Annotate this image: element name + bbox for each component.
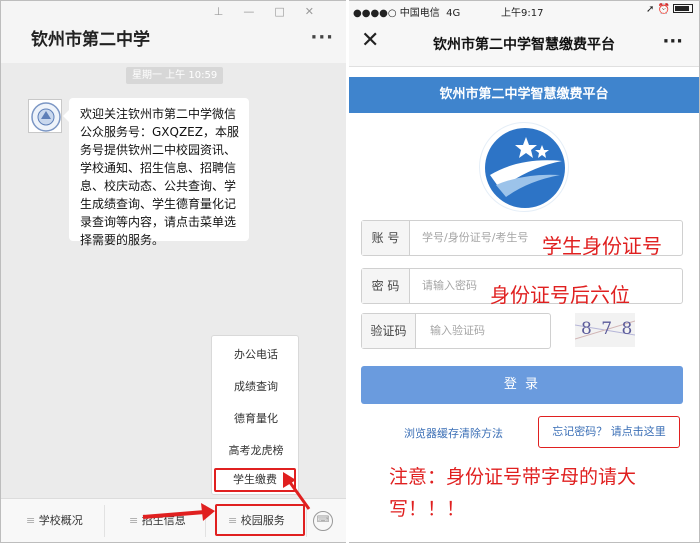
carrier-signal: ●●●●○ 中国电信 4G (353, 4, 460, 19)
menu-item-moral-score[interactable]: 德育量化 (212, 410, 300, 426)
menu-item-score-query[interactable]: 成绩查询 (212, 378, 300, 394)
window-controls[interactable]: ⊥—□✕ (214, 5, 334, 18)
menu-separator (104, 505, 105, 537)
location-icon: ➚ (645, 4, 655, 15)
phone-status-bar: ●●●●○ 中国电信 4G 上午9:17 ➚ ⏰ (349, 1, 699, 19)
menu-lines-icon: ≡ (26, 514, 39, 527)
captcha-field[interactable]: 验证码 输入验证码 (361, 313, 551, 349)
maximize-icon[interactable]: □ (274, 5, 304, 18)
bottom-menu-school-overview[interactable]: ≡ 学校概况 (26, 499, 83, 543)
minimize-icon[interactable]: — (243, 5, 274, 18)
more-options-icon[interactable]: ··· (310, 27, 334, 48)
login-button[interactable]: 登 录 (361, 366, 683, 404)
captcha-text: 8 7 8 (581, 319, 635, 339)
nav-title: 钦州市第二中学智慧缴费平台 (433, 37, 615, 53)
wechat-chat-panel: 钦州市第二中学 ⊥—□✕ ··· 星期一 上午 10:59 欢迎关注钦州市第二中… (1, 1, 346, 542)
keyboard-toggle-icon[interactable]: ⌨ (313, 511, 333, 531)
status-icons: ➚ ⏰ (646, 4, 693, 15)
school-logo (479, 122, 569, 212)
captcha-label: 验证码 (362, 314, 416, 348)
clear-cache-link[interactable]: 浏览器缓存清除方法 (404, 425, 503, 441)
forgot-password-link[interactable]: 忘记密码？ 请点击这里 (538, 416, 680, 448)
account-annotation: 学生身份证号 (542, 234, 662, 258)
password-input[interactable]: 请输入密码 (422, 269, 477, 303)
chat-title: 钦州市第二中学 (31, 30, 150, 50)
chat-titlebar: 钦州市第二中学 ⊥—□✕ ··· (1, 1, 346, 63)
timestamp-chip: 星期一 上午 10:59 (126, 67, 224, 84)
bottom-menu-label: 学校概况 (38, 514, 83, 527)
close-icon[interactable]: ✕ (305, 5, 334, 18)
payment-login-screen: ●●●●○ 中国电信 4G 上午9:17 ➚ ⏰ ✕ 钦州市第二中学智慧缴费平台… (349, 1, 699, 542)
password-label: 密 码 (362, 269, 410, 303)
welcome-message: 欢迎关注钦州市第二中学微信公众服务号：GXQZEZ，本服务号提供钦州二中校园资讯… (63, 98, 249, 247)
official-account-avatar[interactable] (28, 99, 62, 133)
more-options-icon[interactable]: ··· (662, 31, 683, 52)
account-input[interactable]: 学号/身份证号/考生号 (422, 221, 528, 255)
password-annotation: 身份证号后六位 (490, 283, 630, 307)
clock: 上午9:17 (501, 8, 544, 19)
captcha-input[interactable]: 输入验证码 (430, 314, 485, 348)
pin-icon[interactable]: ⊥ (214, 5, 244, 18)
platform-header: 钦州市第二中学智慧缴费平台 (349, 77, 699, 113)
menu-item-gaokao-ranking[interactable]: 高考龙虎榜 (212, 442, 300, 458)
account-label: 账 号 (362, 221, 410, 255)
arrow-to-campus-service-icon (142, 503, 215, 521)
carrier-label: ●●●●○ 中国电信 (353, 8, 440, 19)
arrow-to-student-payment-icon (283, 472, 311, 510)
menu-lines-icon: ≡ (129, 514, 142, 527)
network-label: 4G (446, 8, 461, 19)
alarm-icon: ⏰ (657, 4, 670, 15)
browser-nav-bar: ✕ 钦州市第二中学智慧缴费平台 ··· (349, 19, 699, 67)
captcha-image[interactable]: 8 7 8 (574, 313, 636, 347)
menu-item-office-phone[interactable]: 办公电话 (212, 346, 300, 362)
battery-icon (673, 4, 693, 13)
uppercase-notice: 注意：身份证号带字母的请大写！！！ (389, 466, 637, 520)
